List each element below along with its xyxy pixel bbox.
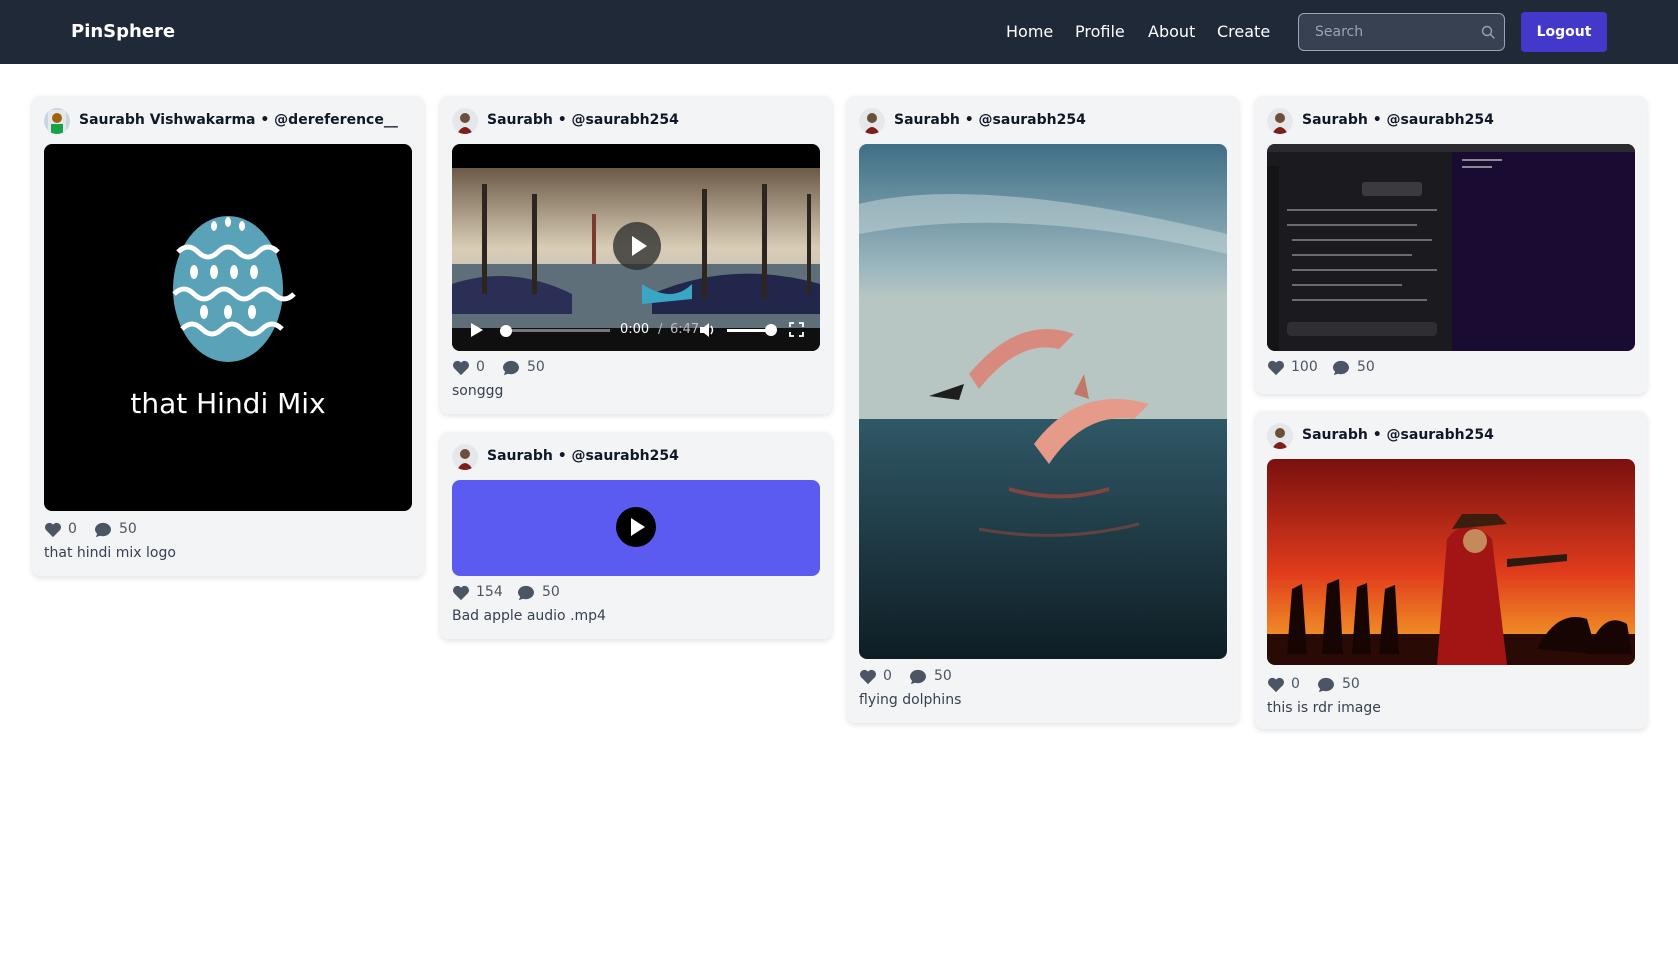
like-count: 100 bbox=[1291, 359, 1318, 375]
post-caption: that hindi mix logo bbox=[44, 545, 176, 561]
comment-icon[interactable] bbox=[1317, 677, 1335, 693]
post-caption: Bad apple audio .mp4 bbox=[452, 608, 606, 624]
post-header: Saurabh • @saurabh254 bbox=[1267, 108, 1637, 134]
desktop-screenshot-image bbox=[1267, 144, 1635, 351]
post-card[interactable]: Saurabh • @saurabh254 0 50 this is rdr i… bbox=[1255, 411, 1647, 729]
volume-handle[interactable] bbox=[765, 324, 777, 336]
post-author[interactable]: Saurabh • @saurabh254 bbox=[1302, 112, 1494, 128]
post-header: Saurabh Vishwakarma • @dereference__ bbox=[44, 108, 414, 134]
post-author[interactable]: Saurabh • @saurabh254 bbox=[1302, 427, 1494, 443]
post-image[interactable] bbox=[1267, 144, 1635, 351]
post-header: Saurabh • @saurabh254 bbox=[452, 444, 822, 470]
volume-icon[interactable] bbox=[699, 322, 717, 338]
search-icon[interactable] bbox=[1481, 25, 1495, 39]
post-caption: flying dolphins bbox=[859, 692, 962, 708]
heart-icon[interactable] bbox=[452, 585, 470, 601]
logout-button[interactable]: Logout bbox=[1521, 12, 1607, 52]
comment-count: 50 bbox=[119, 521, 137, 537]
nav-profile[interactable]: Profile bbox=[1075, 22, 1125, 41]
post-stats: 100 50 bbox=[1267, 358, 1635, 378]
post-card[interactable]: Saurabh Vishwakarma • @dereference__ tha… bbox=[32, 96, 424, 576]
nav-home[interactable]: Home bbox=[1006, 22, 1053, 41]
like-count: 154 bbox=[476, 584, 503, 600]
comment-count: 50 bbox=[934, 668, 952, 684]
post-author[interactable]: Saurabh Vishwakarma • @dereference__ bbox=[79, 112, 398, 128]
post-header: Saurabh • @saurabh254 bbox=[452, 108, 822, 134]
heart-icon[interactable] bbox=[1267, 360, 1285, 376]
progress-handle[interactable] bbox=[500, 325, 512, 337]
play-overlay-icon[interactable] bbox=[613, 222, 661, 270]
dolphins-image bbox=[859, 144, 1227, 659]
like-count: 0 bbox=[883, 668, 892, 684]
post-card[interactable]: Saurabh • @saurabh254 100 50 bbox=[1255, 96, 1647, 394]
avatar[interactable] bbox=[1267, 108, 1293, 134]
nav-create[interactable]: Create bbox=[1217, 22, 1270, 41]
post-stats: 0 50 bbox=[859, 667, 1227, 687]
post-stats: 0 50 bbox=[1267, 675, 1635, 695]
post-image[interactable] bbox=[1267, 459, 1635, 665]
post-header: Saurabh • @saurabh254 bbox=[1267, 423, 1637, 449]
heart-icon[interactable] bbox=[44, 522, 62, 538]
video-current-time: 0:00 bbox=[620, 322, 650, 337]
avatar[interactable] bbox=[452, 108, 478, 134]
post-image[interactable]: that Hindi Mix bbox=[44, 144, 412, 511]
comment-icon[interactable] bbox=[909, 669, 927, 685]
search-box bbox=[1298, 13, 1505, 51]
post-caption: songgg bbox=[452, 383, 504, 399]
nav-about[interactable]: About bbox=[1148, 22, 1195, 41]
search-input[interactable] bbox=[1299, 14, 1479, 50]
like-count: 0 bbox=[1291, 676, 1300, 692]
post-stats: 0 50 bbox=[44, 520, 412, 540]
post-audio[interactable] bbox=[452, 480, 820, 576]
post-card[interactable]: Saurabh • @saurabh254 0:00 / 6:47 0 50 s… bbox=[440, 96, 832, 414]
comment-count: 50 bbox=[1357, 359, 1375, 375]
comment-count: 50 bbox=[542, 584, 560, 600]
comment-icon[interactable] bbox=[502, 360, 520, 376]
easter-egg-graphic bbox=[172, 216, 296, 362]
media-title-text: that Hindi Mix bbox=[130, 387, 326, 420]
brand-logo[interactable]: PinSphere bbox=[71, 21, 175, 42]
avatar[interactable] bbox=[1267, 423, 1293, 449]
post-header: Saurabh • @saurabh254 bbox=[859, 108, 1229, 134]
top-navbar: PinSphere Home Profile About Create Logo… bbox=[0, 0, 1678, 64]
post-image[interactable] bbox=[859, 144, 1227, 659]
play-icon[interactable] bbox=[616, 507, 656, 547]
comment-count: 50 bbox=[527, 359, 545, 375]
heart-icon[interactable] bbox=[452, 360, 470, 376]
post-caption: this is rdr image bbox=[1267, 700, 1381, 716]
rdr-artwork-image bbox=[1267, 459, 1635, 665]
post-stats: 154 50 bbox=[452, 583, 820, 603]
heart-icon[interactable] bbox=[859, 669, 877, 685]
comment-count: 50 bbox=[1342, 676, 1360, 692]
avatar[interactable] bbox=[452, 444, 478, 470]
play-icon[interactable] bbox=[470, 322, 484, 338]
comment-icon[interactable] bbox=[1332, 360, 1350, 376]
post-video[interactable]: 0:00 / 6:47 bbox=[452, 144, 820, 351]
post-author[interactable]: Saurabh • @saurabh254 bbox=[487, 112, 679, 128]
fullscreen-icon[interactable] bbox=[789, 322, 804, 337]
heart-icon[interactable] bbox=[1267, 677, 1285, 693]
video-progress-bar[interactable] bbox=[500, 329, 610, 332]
avatar[interactable] bbox=[859, 108, 885, 134]
comment-icon[interactable] bbox=[517, 585, 535, 601]
post-card[interactable]: Saurabh • @saurabh254 154 50 Bad apple a… bbox=[440, 432, 832, 639]
comment-icon[interactable] bbox=[94, 522, 112, 538]
post-author[interactable]: Saurabh • @saurabh254 bbox=[894, 112, 1086, 128]
avatar[interactable] bbox=[44, 108, 70, 134]
video-duration: 6:47 bbox=[670, 322, 700, 337]
post-card[interactable]: Saurabh • @saurabh254 0 50 flying dolphi… bbox=[847, 96, 1239, 723]
like-count: 0 bbox=[68, 521, 77, 537]
post-author[interactable]: Saurabh • @saurabh254 bbox=[487, 448, 679, 464]
video-time-separator: / bbox=[658, 322, 663, 337]
post-stats: 0 50 bbox=[452, 358, 820, 378]
like-count: 0 bbox=[476, 359, 485, 375]
